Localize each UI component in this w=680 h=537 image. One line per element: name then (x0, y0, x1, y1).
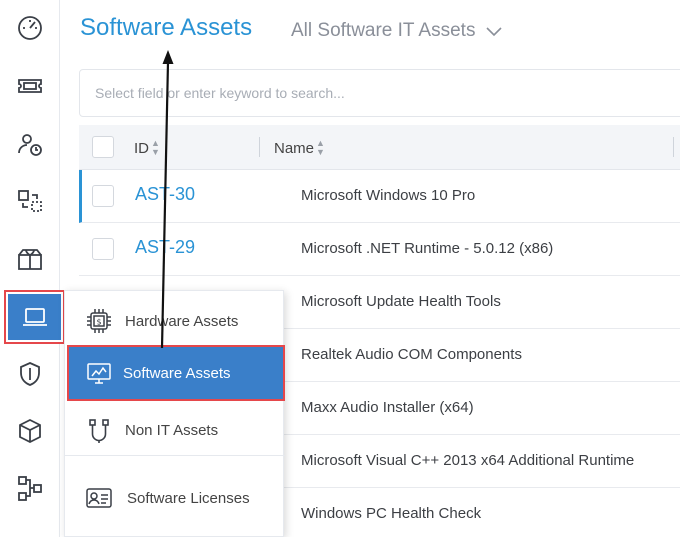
chevron-down-icon (486, 27, 503, 37)
sort-icon[interactable]: ▲ ▼ (316, 139, 325, 157)
asset-name: Realtek Audio COM Components (301, 346, 522, 363)
hardware-chip-icon: $ (87, 309, 111, 333)
menu-item-label: Software Licenses (127, 489, 250, 507)
asset-name: Microsoft Windows 10 Pro (301, 187, 476, 204)
asset-name: Maxx Audio Installer (x64) (301, 399, 474, 416)
nav-security[interactable] (0, 348, 60, 400)
column-header-name[interactable]: Name ▲ ▼ (274, 139, 325, 157)
nav-dashboard[interactable] (0, 2, 60, 54)
sidebar (0, 0, 65, 537)
cube-icon (19, 418, 41, 444)
nav-assets-box[interactable] (0, 233, 60, 285)
nav-users[interactable] (0, 118, 60, 170)
user-clock-icon (18, 134, 42, 156)
assets-menu: $ Hardware Assets Software Assets Non IT… (64, 290, 285, 537)
menu-item-software-licenses[interactable]: Software Licenses (65, 473, 285, 523)
column-header-name-label: Name (274, 139, 315, 157)
column-divider[interactable] (673, 137, 674, 157)
table-header: ID ▲ ▼ Name ▲ ▼ (79, 125, 680, 170)
asset-name: Windows PC Health Check (301, 505, 482, 522)
license-card-icon (86, 488, 112, 508)
asset-id-link[interactable]: AST-30 (135, 184, 195, 205)
nav-assets-active[interactable] (8, 294, 61, 340)
page-title: Software Assets (80, 14, 253, 41)
asset-name: Microsoft Update Health Tools (301, 293, 501, 310)
column-header-id[interactable]: ID ▲ ▼ (134, 139, 160, 157)
view-selector-label: All Software IT Assets (291, 20, 476, 41)
software-monitor-icon (87, 363, 111, 384)
column-header-id-label: ID (134, 139, 149, 157)
select-all-checkbox[interactable] (92, 136, 114, 158)
nav-tickets[interactable] (0, 60, 60, 112)
nav-changes[interactable] (0, 175, 60, 227)
workflow-icon (18, 476, 42, 501)
table-row[interactable]: AST-30 Microsoft Windows 10 Pro (79, 170, 680, 223)
dashboard-gauge-icon (18, 16, 42, 40)
nav-assets[interactable] (4, 290, 65, 344)
row-checkbox[interactable] (92, 238, 114, 260)
nav-workflow[interactable] (0, 462, 60, 514)
view-selector[interactable]: All Software IT Assets (291, 20, 503, 42)
laptop-icon (22, 308, 47, 326)
menu-item-software-assets-active[interactable]: Software Assets (69, 347, 283, 399)
shield-icon (20, 362, 40, 386)
menu-item-label: Hardware Assets (125, 312, 239, 330)
cable-plug-icon (89, 418, 109, 443)
change-flow-icon (18, 190, 42, 212)
menu-item-label: Software Assets (123, 364, 231, 382)
asset-name: Microsoft .NET Runtime - 5.0.12 (x86) (301, 240, 554, 257)
ticket-icon (18, 79, 42, 93)
package-box-icon (18, 249, 42, 270)
menu-item-software-assets[interactable]: Software Assets (67, 345, 285, 401)
asset-name: Microsoft Visual C++ 2013 x64 Additional… (301, 452, 635, 469)
nav-cmdb[interactable] (0, 405, 60, 457)
menu-item-non-it-assets[interactable]: Non IT Assets (65, 406, 285, 456)
menu-item-hardware-assets[interactable]: $ Hardware Assets (65, 296, 285, 346)
menu-item-label: Non IT Assets (125, 422, 219, 439)
search-input[interactable] (80, 70, 680, 116)
svg-text:$: $ (96, 318, 101, 327)
column-divider[interactable] (259, 137, 260, 157)
table-row[interactable]: AST-29 Microsoft .NET Runtime - 5.0.12 (… (79, 223, 680, 276)
search-box[interactable] (79, 69, 680, 117)
row-checkbox[interactable] (92, 185, 114, 207)
asset-id-link[interactable]: AST-29 (135, 237, 195, 258)
sort-icon[interactable]: ▲ ▼ (151, 139, 160, 157)
